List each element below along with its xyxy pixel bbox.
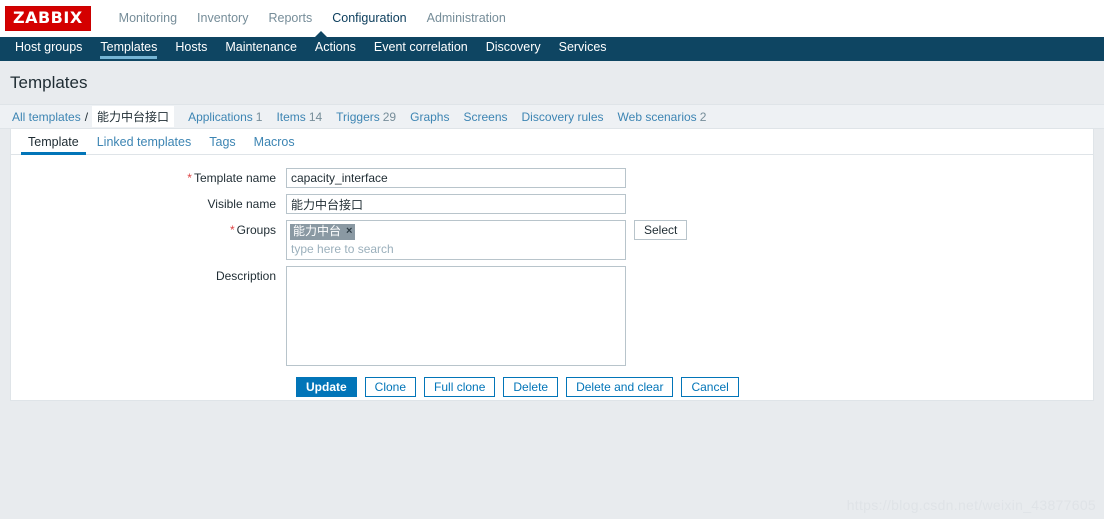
topnav-item-administration[interactable]: Administration [417,0,516,37]
visible-name-input[interactable] [286,194,626,214]
full-clone-button[interactable]: Full clone [424,377,496,397]
subnav-item-maintenance[interactable]: Maintenance [216,37,306,58]
groups-search-input[interactable] [290,240,622,257]
breadcrumb-item-screens[interactable]: Screens [463,110,507,124]
groups-multiselect[interactable]: 能力中台 × [286,220,626,260]
breadcrumb-all-templates[interactable]: All templates [12,110,81,124]
breadcrumb-link-count: 1 [255,109,263,124]
form-action-buttons: Update Clone Full clone Delete Delete an… [11,377,1093,397]
breadcrumb-link-count: 14 [308,109,323,124]
subnav-item-host-groups[interactable]: Host groups [6,37,91,58]
breadcrumb-link-count: 29 [382,109,397,124]
group-chip-label: 能力中台 [293,224,342,238]
breadcrumb-link-label: Triggers [336,109,380,124]
remove-chip-icon[interactable]: × [346,225,352,238]
description-textarea[interactable] [286,266,626,366]
tab-macros[interactable]: Macros [245,135,304,154]
top-navigation-bar: ZABBIX Monitoring Inventory Reports Conf… [0,0,1104,37]
topnav-item-configuration[interactable]: Configuration [322,0,416,37]
subnav-item-event-correlation[interactable]: Event correlation [365,37,477,58]
breadcrumb-item-triggers[interactable]: Triggers 29 [336,110,396,124]
subnav-item-templates[interactable]: Templates [91,37,166,59]
subnav-label: Services [558,40,607,54]
page-title-band: Templates [0,61,1104,104]
clone-button[interactable]: Clone [364,377,417,397]
breadcrumb-link-label: Applications [188,109,253,124]
label-template-name: * Template name [11,168,286,188]
subnav-label: Event correlation [373,40,468,54]
form-row-visible-name: Visible name [11,194,1093,214]
required-marker: * [229,223,235,237]
cancel-button[interactable]: Cancel [681,377,739,397]
subnav-label: Templates [100,40,158,54]
label-text: Groups [236,223,276,237]
tab-tags[interactable]: Tags [200,135,244,154]
active-tab-underline [100,56,158,59]
label-description: Description [11,266,286,366]
tab-label: Macros [253,135,295,149]
page-title: Templates [10,73,88,92]
subnav-label: Hosts [175,40,208,54]
active-tab-underline [21,152,86,155]
topnav-item-reports[interactable]: Reports [258,0,322,37]
label-text: Template name [193,171,276,185]
sub-navigation-bar: Host groups Templates Hosts Maintenance … [0,31,1104,61]
subnav-label: Discovery [485,40,541,54]
update-button[interactable]: Update [296,377,357,397]
tab-linked-templates[interactable]: Linked templates [88,135,201,154]
breadcrumb: All templates / 能力中台接口 Applications 1 Ite… [0,104,1104,129]
delete-and-clear-button[interactable]: Delete and clear [566,377,674,397]
breadcrumb-link-label: Graphs [410,109,450,124]
tab-template[interactable]: Template [19,135,88,155]
breadcrumb-separator: / [84,109,89,124]
topnav-item-monitoring[interactable]: Monitoring [109,0,187,37]
breadcrumb-current-template: 能力中台接口 [92,106,175,127]
breadcrumb-link-label: Web scenarios [617,109,697,124]
breadcrumb-item-items[interactable]: Items 14 [276,110,322,124]
tab-label: Linked templates [96,135,192,149]
form-tabs: Template Linked templates Tags Macros [11,129,1093,155]
form-row-description: Description [11,266,1093,366]
breadcrumb-link-label: Items [276,109,306,124]
tab-label: Tags [209,135,236,149]
topnav-item-inventory[interactable]: Inventory [187,0,258,37]
group-chip[interactable]: 能力中台 × [290,224,356,240]
label-text: Description [215,269,276,283]
breadcrumb-item-applications[interactable]: Applications 1 [188,110,262,124]
tab-label: Template [28,135,79,149]
delete-button[interactable]: Delete [503,377,559,397]
breadcrumb-link-label: Discovery rules [521,109,604,124]
subnav-item-services[interactable]: Services [550,37,616,58]
breadcrumb-link-label: Screens [463,109,508,124]
form-row-groups: *Groups 能力中台 × Select [11,220,1093,260]
subnav-item-hosts[interactable]: Hosts [166,37,216,58]
template-form: *Template name Visible name *Groups 能力中台… [11,155,1093,397]
required-marker: * [187,171,192,185]
subnav-item-actions[interactable]: Actions [306,37,365,58]
label-visible-name: Visible name [11,194,286,214]
content-panel: Template Linked templates Tags Macros * T… [10,129,1094,401]
label-groups: * Groups [11,220,286,260]
subnav-label: Host groups [15,40,83,54]
subnav-item-discovery[interactable]: Discovery [477,37,550,58]
subnav-label: Actions [314,40,356,54]
subnav-label: Maintenance [225,40,297,54]
label-text: Visible name [207,197,276,211]
breadcrumb-item-discovery-rules[interactable]: Discovery rules [522,110,604,124]
form-row-template-name: * Template name [11,168,1093,188]
zabbix-logo[interactable]: ZABBIX [5,6,91,31]
breadcrumb-item-graphs[interactable]: Graphs [410,110,449,124]
breadcrumb-item-web-scenarios[interactable]: Web scenarios 2 [618,110,707,124]
watermark-text: https://blog.csdn.net/weixin_43877605 [846,497,1096,513]
select-groups-button[interactable]: Select [634,220,688,240]
template-name-input[interactable] [286,168,626,188]
breadcrumb-link-count: 2 [699,109,707,124]
